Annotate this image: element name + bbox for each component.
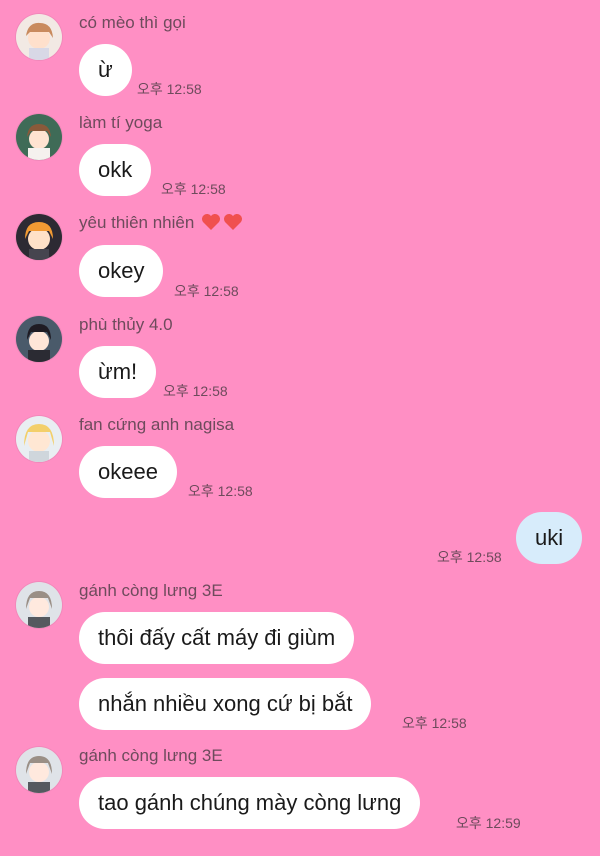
avatar[interactable] (16, 214, 62, 260)
message-time: 오후 12:58 (188, 483, 253, 499)
sender-name: fan cứng anh nagisa (79, 415, 235, 434)
chat-thread: có mèo thì gọi ừ 오후 12:58 làm tí yoga ok… (0, 0, 600, 856)
message-bubble[interactable]: ừm! (79, 346, 157, 398)
avatar[interactable] (16, 114, 62, 160)
avatar[interactable] (16, 416, 62, 462)
outgoing-message-bubble[interactable]: uki (516, 512, 583, 564)
sender-name: phù thủy 4.0 (79, 315, 173, 334)
sender-name: gánh còng lưng 3E (79, 746, 223, 765)
message-time: 오후 12:58 (161, 181, 226, 197)
avatar[interactable] (16, 14, 62, 60)
message-bubble[interactable]: ừ (79, 44, 132, 96)
message-bubble[interactable]: tao gánh chúng mày còng lưng (79, 777, 421, 829)
message-time: 오후 12:58 (174, 283, 239, 299)
sender-name: có mèo thì gọi (79, 13, 186, 32)
avatar[interactable] (16, 747, 62, 793)
avatar[interactable] (16, 316, 62, 362)
message-time: 오후 12:58 (402, 715, 467, 731)
avatar[interactable] (16, 582, 62, 628)
sender-name: làm tí yoga (79, 113, 163, 132)
message-time: 오후 12:59 (456, 815, 521, 831)
message-bubble[interactable]: thôi đấy cất máy đi giùm (79, 612, 355, 664)
message-bubble[interactable]: okey (79, 245, 164, 297)
sender-name: yêu thiên nhiên (79, 213, 243, 233)
heart-icon (223, 213, 243, 231)
sender-name: gánh còng lưng 3E (79, 581, 223, 600)
message-bubble[interactable]: okeee (79, 446, 177, 498)
message-bubble[interactable]: okk (79, 144, 152, 196)
message-time: 오후 12:58 (163, 383, 228, 399)
message-time: 오후 12:58 (137, 81, 202, 97)
message-bubble[interactable]: nhắn nhiều xong cứ bị bắt (79, 678, 372, 730)
sender-name-text: yêu thiên nhiên (79, 213, 195, 232)
message-time: 오후 12:58 (437, 549, 502, 565)
heart-icon (201, 213, 221, 231)
